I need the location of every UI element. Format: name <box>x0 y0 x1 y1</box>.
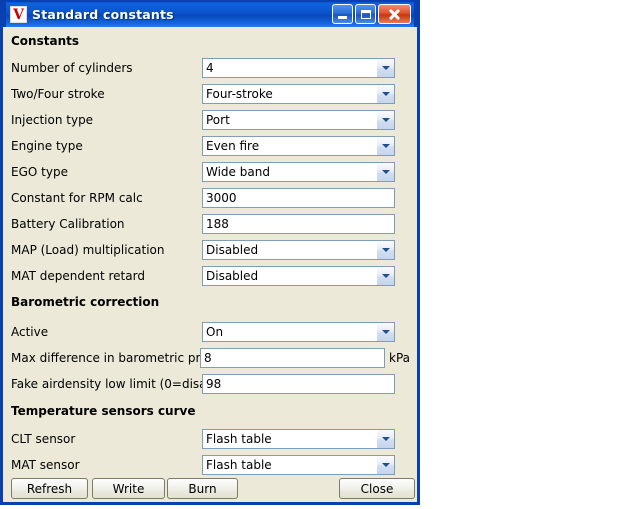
label-ego-type: EGO type <box>11 165 68 179</box>
minimize-button[interactable] <box>332 4 353 24</box>
chevron-down-icon[interactable] <box>376 163 394 181</box>
label-injection-type: Injection type <box>11 113 94 127</box>
combo-clt-sensor[interactable]: Flash table <box>202 429 395 449</box>
section-heading-temperature-sensors-curve: Temperature sensors curve <box>11 404 196 418</box>
app-icon-v: V <box>10 6 27 23</box>
maximize-icon <box>360 9 371 19</box>
combo-active[interactable]: On <box>202 322 395 342</box>
close-icon <box>388 8 401 21</box>
input-value: 188 <box>206 217 229 231</box>
window-controls <box>332 4 411 24</box>
combo-injection-type[interactable]: Port <box>202 110 395 130</box>
label-mat-sensor: MAT sensor <box>11 458 80 472</box>
section-heading-constants: Constants <box>11 34 79 48</box>
combo-value: Disabled <box>206 269 259 283</box>
label-battery-calibration: Battery Calibration <box>11 217 125 231</box>
write-button[interactable]: Write <box>92 478 165 499</box>
label-fake-airdensity-low-limit: Fake airdensity low limit (0=disable) <box>11 377 230 391</box>
chevron-down-icon[interactable] <box>376 111 394 129</box>
maximize-button[interactable] <box>355 4 376 24</box>
chevron-down-icon[interactable] <box>376 456 394 474</box>
combo-value: On <box>206 325 224 339</box>
chevron-down-icon[interactable] <box>376 137 394 155</box>
combo-two-four-stroke[interactable]: Four-stroke <box>202 84 395 104</box>
label-engine-type: Engine type <box>11 139 83 153</box>
combo-value: Port <box>206 113 230 127</box>
label-active: Active <box>11 325 49 339</box>
combo-value: Four-stroke <box>206 87 273 101</box>
combo-ego-type[interactable]: Wide band <box>202 162 395 182</box>
standard-constants-window: V Standard constants Constants Number of <box>0 0 420 505</box>
combo-number-of-cylinders[interactable]: 4 <box>202 58 395 78</box>
label-mat-dependent-retard: MAT dependent retard <box>11 269 145 283</box>
input-value: 8 <box>204 351 212 365</box>
label-two-four-stroke: Two/Four stroke <box>11 87 105 101</box>
window-title: Standard constants <box>32 7 174 22</box>
close-button[interactable] <box>378 4 411 24</box>
window-titlebar[interactable]: V Standard constants <box>3 0 417 27</box>
combo-mat-sensor[interactable]: Flash table <box>202 455 395 475</box>
chevron-down-icon[interactable] <box>376 430 394 448</box>
chevron-down-icon[interactable] <box>376 59 394 77</box>
label-constant-for-rpm-calc: Constant for RPM calc <box>11 191 143 205</box>
input-fake-airdensity-low-limit[interactable]: 98 <box>202 374 395 394</box>
combo-value: Flash table <box>206 458 272 472</box>
input-battery-calibration[interactable]: 188 <box>202 214 395 234</box>
screen: V Standard constants Constants Number of <box>0 0 640 509</box>
section-heading-barometric-correction: Barometric correction <box>11 295 160 309</box>
combo-mat-dependent-retard[interactable]: Disabled <box>202 266 395 286</box>
unit-kpa: kPa <box>389 351 410 365</box>
input-value: 98 <box>206 377 222 391</box>
minimize-icon <box>338 16 347 19</box>
combo-value: Wide band <box>206 165 270 179</box>
label-clt-sensor: CLT sensor <box>11 432 76 446</box>
close-dialog-button[interactable]: Close <box>339 478 415 499</box>
input-constant-for-rpm-calc[interactable]: 3000 <box>202 188 395 208</box>
label-map-load-multiplication: MAP (Load) multiplication <box>11 243 165 257</box>
combo-engine-type[interactable]: Even fire <box>202 136 395 156</box>
chevron-down-icon[interactable] <box>376 85 394 103</box>
input-value: 3000 <box>206 191 237 205</box>
burn-button[interactable]: Burn <box>167 478 238 499</box>
app-icon-letter: V <box>13 6 24 23</box>
chevron-down-icon[interactable] <box>376 267 394 285</box>
combo-value: Disabled <box>206 243 259 257</box>
dialog-body: Constants Number of cylinders 4 Two/Four… <box>3 27 417 502</box>
combo-value: Even fire <box>206 139 260 153</box>
chevron-down-icon[interactable] <box>376 323 394 341</box>
combo-value: 4 <box>206 61 214 75</box>
label-number-of-cylinders: Number of cylinders <box>11 61 133 75</box>
combo-map-load-multiplication[interactable]: Disabled <box>202 240 395 260</box>
combo-value: Flash table <box>206 432 272 446</box>
chevron-down-icon[interactable] <box>376 241 394 259</box>
input-max-difference-in-barometric-pressure[interactable]: 8 <box>200 348 385 368</box>
refresh-button[interactable]: Refresh <box>11 478 88 499</box>
